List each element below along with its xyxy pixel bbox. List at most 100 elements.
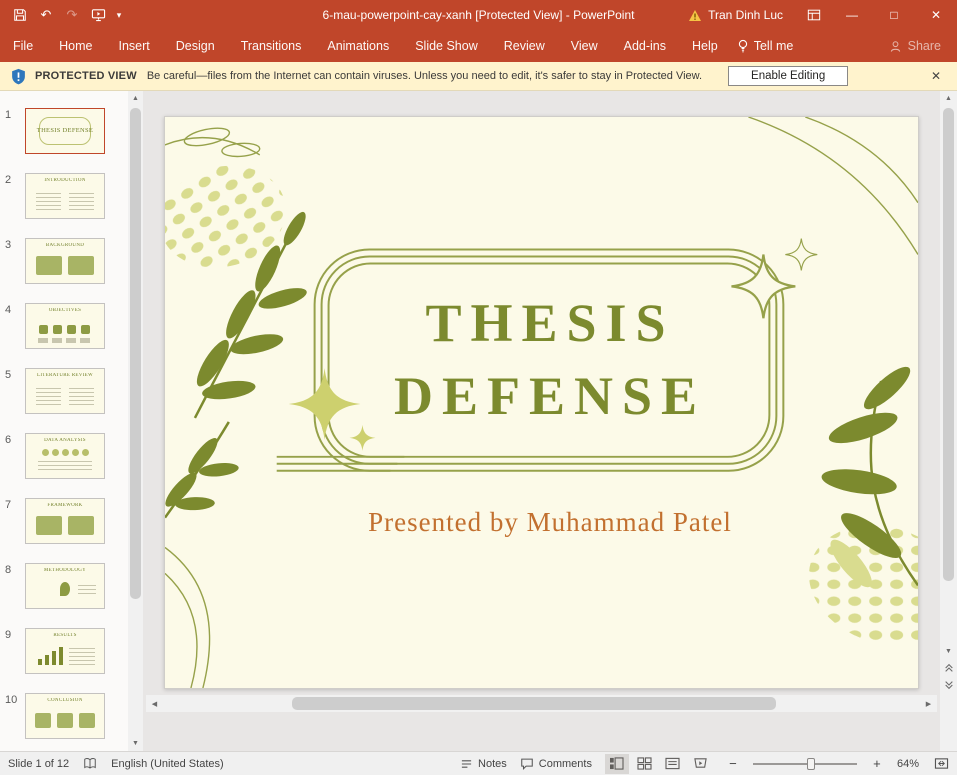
start-slideshow-button[interactable] — [86, 1, 110, 29]
slide-thumbnail-preview[interactable]: RESULTS — [25, 628, 105, 674]
slide-indicator[interactable]: Slide 1 of 12 — [8, 758, 69, 770]
tab-animations[interactable]: Animations — [314, 30, 402, 62]
mini-slide: RESULTS — [26, 629, 104, 673]
slide-thumbnail[interactable]: 8 METHODOLOGY — [0, 563, 128, 609]
slide-thumbnail-preview[interactable]: OBJECTIVES — [25, 303, 105, 349]
thumbnail-scrollbar[interactable]: ▲ ▼ — [128, 91, 143, 751]
reading-view-icon — [665, 757, 680, 770]
mini-slide: CONCLUSION — [26, 694, 104, 738]
title-bar: ↶ ↷ ▾ 6-mau-powerpoint-cay-xanh [Protect… — [0, 0, 957, 30]
normal-view-button[interactable] — [605, 754, 629, 774]
previous-slide-button[interactable] — [940, 659, 957, 676]
tab-home[interactable]: Home — [46, 30, 105, 62]
slide-thumbnail-preview[interactable]: BACKGROUND — [25, 238, 105, 284]
scroll-up-icon[interactable]: ▲ — [128, 91, 143, 106]
scroll-left-icon[interactable]: ◀ — [146, 695, 163, 712]
comments-label: Comments — [539, 758, 592, 770]
horizontal-scroll-thumb[interactable] — [292, 697, 776, 710]
tab-transitions[interactable]: Transitions — [228, 30, 315, 62]
slideshow-view-button[interactable] — [689, 754, 713, 774]
slide-subtitle[interactable]: Presented by Muhammad Patel — [270, 507, 830, 538]
tab-slide-show[interactable]: Slide Show — [402, 30, 491, 62]
enable-editing-button[interactable]: Enable Editing — [728, 66, 848, 86]
scroll-down-icon[interactable]: ▼ — [128, 736, 143, 751]
slide-thumbnail-preview[interactable]: THESIS DEFENSE — [25, 108, 105, 154]
main-vertical-scrollbar[interactable]: ▲ ▼ — [940, 91, 957, 751]
slide-thumbnail[interactable]: 4 OBJECTIVES — [0, 303, 128, 349]
zoom-out-button[interactable]: − — [726, 756, 740, 771]
mini-slide-title: BACKGROUND — [26, 243, 104, 248]
slide-thumbnail[interactable]: 6 DATA ANALYSIS — [0, 433, 128, 479]
close-button[interactable]: ✕ — [915, 0, 957, 30]
slideshow-view-icon — [693, 757, 708, 770]
scroll-right-icon[interactable]: ▶ — [920, 695, 937, 712]
slide-thumbnail[interactable]: 1 THESIS DEFENSE — [0, 108, 128, 154]
zoom-in-button[interactable]: + — [870, 756, 884, 771]
tab-review[interactable]: Review — [491, 30, 558, 62]
thumbnail-scroll-track[interactable] — [128, 106, 143, 736]
next-slide-button[interactable] — [940, 676, 957, 693]
redo-button[interactable]: ↷ — [60, 1, 84, 29]
thumbnail-scroll-thumb[interactable] — [130, 108, 141, 599]
slide-thumbnail-preview[interactable]: DATA ANALYSIS — [25, 433, 105, 479]
tab-insert[interactable]: Insert — [106, 30, 163, 62]
save-button[interactable] — [8, 1, 32, 29]
protected-view-banner: PROTECTED VIEW Be careful—files from the… — [0, 62, 957, 91]
slide-thumbnail[interactable]: 2 INTRODUCTION — [0, 173, 128, 219]
slide-thumbnail-number: 1 — [5, 108, 20, 121]
tab-help[interactable]: Help — [679, 30, 731, 62]
tab-design[interactable]: Design — [163, 30, 228, 62]
horizontal-scroll-track[interactable] — [163, 695, 920, 712]
fit-slide-button[interactable] — [934, 757, 949, 770]
slide-thumbnail-preview[interactable]: CONCLUSION — [25, 693, 105, 739]
zoom-slider-track[interactable] — [753, 763, 857, 765]
main-scroll-up-icon[interactable]: ▲ — [941, 91, 956, 106]
tab-file[interactable]: File — [0, 30, 46, 62]
slide-canvas[interactable]: THESIS DEFENSE Presented by Muhammad Pat… — [143, 91, 940, 751]
proofing-icon[interactable] — [83, 757, 97, 771]
horizontal-scrollbar[interactable]: ◀ ▶ — [146, 695, 937, 712]
double-chevron-down-icon — [944, 680, 954, 690]
mini-slide: METHODOLOGY — [26, 564, 104, 608]
tell-me-button[interactable]: Tell me — [737, 39, 794, 53]
main-scroll-thumb[interactable] — [943, 108, 954, 581]
slide-thumbnail[interactable]: 5 LITERATURE REVIEW — [0, 368, 128, 414]
slide-sorter-view-button[interactable] — [633, 754, 657, 774]
tab-add-ins[interactable]: Add-ins — [611, 30, 679, 62]
zoom-slider[interactable] — [753, 756, 857, 772]
mini-slide-title: DATA ANALYSIS — [26, 438, 104, 443]
language-indicator[interactable]: English (United States) — [111, 758, 224, 770]
zoom-slider-thumb[interactable] — [807, 758, 815, 770]
ribbon-display-options-button[interactable] — [797, 0, 831, 30]
slide-thumbnail-preview[interactable]: INTRODUCTION — [25, 173, 105, 219]
undo-button[interactable]: ↶ — [34, 1, 58, 29]
slide-thumbnail[interactable]: 3 BACKGROUND — [0, 238, 128, 284]
qat-customize-button[interactable]: ▾ — [112, 1, 126, 29]
current-slide[interactable]: THESIS DEFENSE Presented by Muhammad Pat… — [164, 116, 919, 689]
zoom-level[interactable]: 64% — [897, 758, 919, 770]
slide-title-line2: DEFENSE — [315, 360, 785, 433]
comments-button[interactable]: Comments — [520, 757, 592, 770]
tab-view[interactable]: View — [558, 30, 611, 62]
slide-thumbnail[interactable]: 7 FRAMEWORK — [0, 498, 128, 544]
account-button[interactable]: Tran Dinh Luc — [688, 8, 783, 22]
slide-title[interactable]: THESIS DEFENSE — [315, 287, 785, 433]
main-scroll-down-icon[interactable]: ▼ — [941, 644, 956, 659]
maximize-button[interactable]: □ — [873, 0, 915, 30]
account-user-name: Tran Dinh Luc — [708, 8, 783, 22]
slide-thumbnail-preview[interactable]: LITERATURE REVIEW — [25, 368, 105, 414]
mini-slide: LITERATURE REVIEW — [26, 369, 104, 413]
slide-thumbnail[interactable]: 10 CONCLUSION — [0, 693, 128, 739]
reading-view-button[interactable] — [661, 754, 685, 774]
share-button[interactable]: Share — [889, 39, 941, 53]
slide-thumbnail-preview[interactable]: METHODOLOGY — [25, 563, 105, 609]
slide-thumbnail-preview[interactable]: FRAMEWORK — [25, 498, 105, 544]
notes-label: Notes — [478, 758, 507, 770]
minimize-button[interactable]: — — [831, 0, 873, 30]
mini-slide: DATA ANALYSIS — [26, 434, 104, 478]
banner-close-icon[interactable]: ✕ — [925, 69, 947, 83]
slide-thumbnail[interactable]: 9 RESULTS — [0, 628, 128, 674]
main-scroll-track[interactable] — [941, 106, 956, 644]
notes-button[interactable]: Notes — [460, 758, 507, 770]
slideshow-icon — [91, 8, 106, 22]
